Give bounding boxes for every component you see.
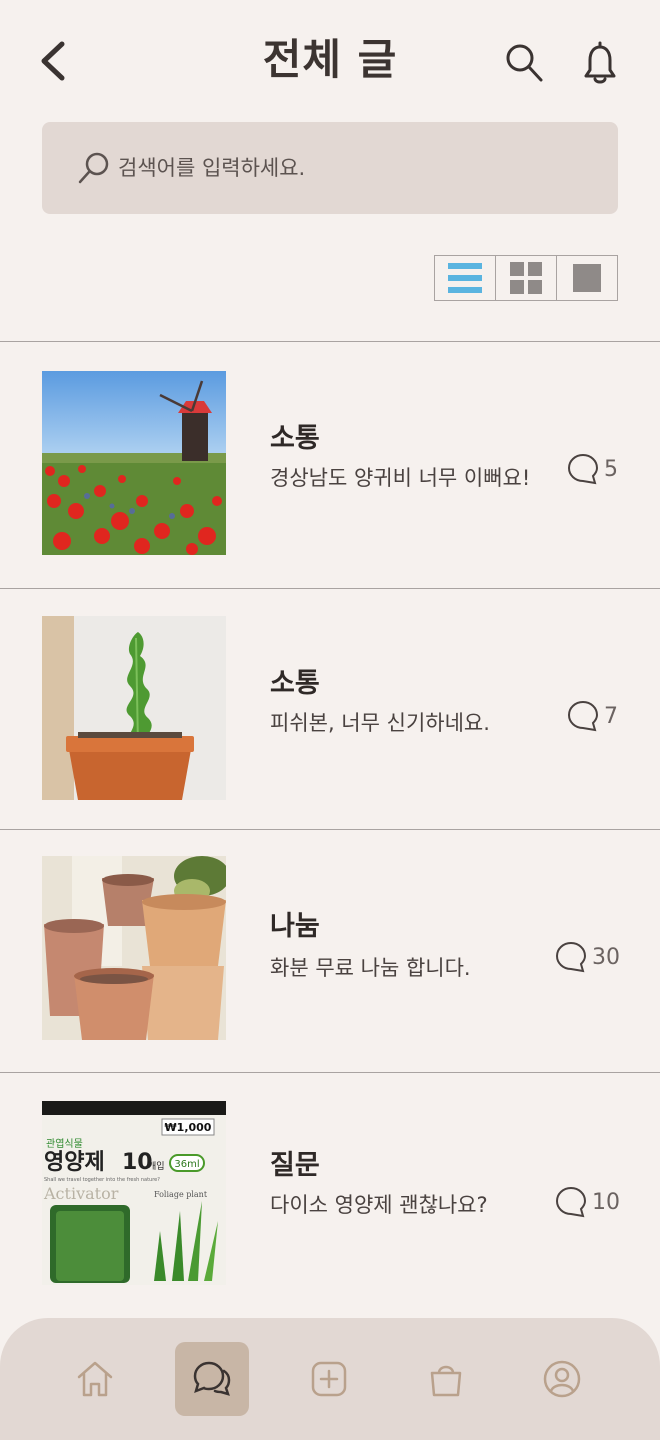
box-count-unit: 개입 [148,1160,165,1172]
comment-count-value: 30 [592,944,620,970]
comment-count-value: 10 [592,1189,620,1215]
comment-icon [567,453,599,485]
grid-view-icon [510,262,542,294]
post-text: 화분 무료 나눔 합니다. [270,956,471,980]
add-icon [311,1361,347,1397]
search-bar[interactable] [42,122,618,214]
post-item[interactable]: 소통 피쉬본, 너무 신기하네요. 7 [0,588,660,829]
single-view-button[interactable] [557,256,617,300]
search-icon [78,152,109,184]
box-product: 영양제 [44,1150,105,1175]
post-list: 소통 경상남도 양귀비 너무 이뻐요! 5 소통 피쉬본, 너무 신기하네요. … [0,341,660,1317]
tab-profile[interactable] [525,1342,599,1416]
post-text: 피쉬본, 너무 신기하네요. [270,711,490,735]
comment-count-value: 5 [604,456,618,482]
fishbone-cactus-photo [42,616,226,800]
tab-shop[interactable] [409,1342,483,1416]
list-view-button[interactable] [435,256,496,300]
search-button[interactable] [502,40,546,86]
box-volume: 36ml [174,1159,199,1170]
view-mode-toggle [434,255,618,301]
tab-community[interactable] [175,1342,249,1416]
comment-icon [555,941,587,973]
post-item[interactable]: ₩1,000 관엽식물 영양제 10 개입 36ml Shall we trav… [0,1072,660,1317]
notification-button[interactable] [578,40,622,86]
search-icon [506,44,543,82]
tab-home[interactable] [58,1342,132,1416]
post-text: 다이소 영양제 괜찮나요? [270,1193,488,1217]
comment-icon [555,1186,587,1218]
post-category: 소통 [270,423,320,454]
box-activator: Activator [43,1184,119,1203]
header: 전체 글 [0,0,660,120]
post-category: 소통 [270,668,320,699]
post-item[interactable]: 나눔 화분 무료 나눔 합니다. 30 [0,829,660,1072]
grid-view-button[interactable] [496,256,557,300]
comment-count: 7 [566,699,618,733]
box-foliage: Foliage plant [154,1190,208,1199]
comment-count-value: 7 [604,703,618,729]
plant-nutrient-box-photo: ₩1,000 관엽식물 영양제 10 개입 36ml Shall we trav… [42,1101,226,1285]
page-title: 전체 글 [262,35,398,84]
post-text: 경상남도 양귀비 너무 이뻐요! [270,466,531,490]
list-view-icon [448,263,482,293]
tab-add[interactable] [292,1342,366,1416]
comment-count: 30 [554,940,620,974]
poppy-field-windmill-photo [42,371,226,555]
profile-icon [543,1360,581,1398]
shopping-bag-icon [430,1365,462,1397]
box-brand: 관엽식물 [46,1138,83,1150]
comment-count: 10 [554,1185,620,1219]
box-slogan: Shall we travel together into the fresh … [44,1177,160,1183]
post-category: 질문 [270,1150,320,1181]
post-category: 나눔 [270,911,320,942]
price-tag: ₩1,000 [165,1121,212,1134]
single-view-icon [573,264,601,292]
comment-count: 5 [566,452,618,486]
terracotta-pots-photo [42,856,226,1040]
comment-icon [567,700,599,732]
post-item[interactable]: 소통 경상남도 양귀비 너무 이뻐요! 5 [0,341,660,588]
search-input[interactable] [118,146,578,190]
bell-icon [584,41,616,84]
chat-icon [193,1361,231,1396]
home-icon [77,1361,113,1397]
bottom-tab-bar [0,1318,660,1440]
